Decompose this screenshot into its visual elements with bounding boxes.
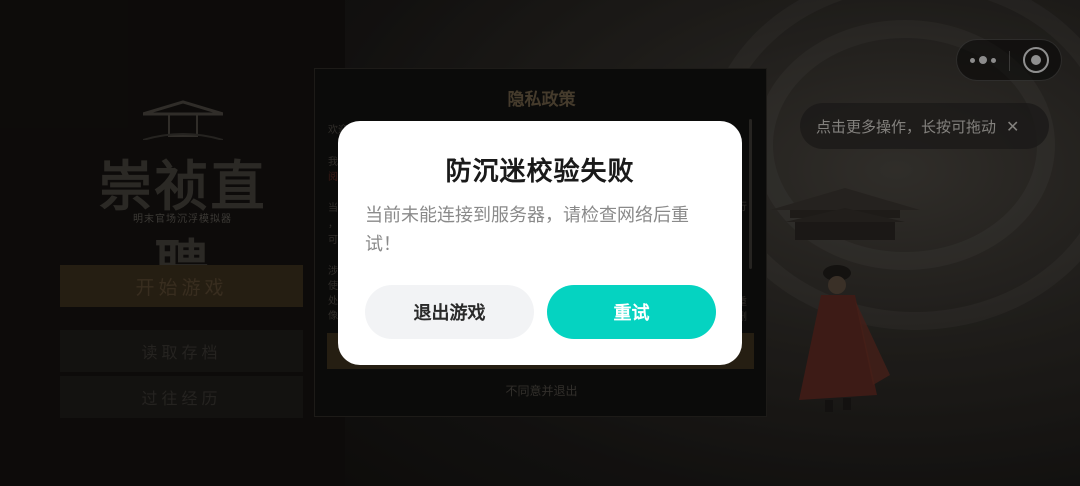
exit-game-button[interactable]: 退出游戏 <box>365 285 534 339</box>
retry-button[interactable]: 重试 <box>547 285 716 339</box>
game-screen: 崇祯直聘 明末官场沉浮模拟器 开始游戏 读取存档 过往经历 隐私政策 欢迎 我 … <box>0 0 1080 486</box>
dialog-title: 防沉迷校验失败 <box>445 157 635 187</box>
error-dialog: 防沉迷校验失败 当前未能连接到服务器，请检查网络后重试！ 退出游戏 重试 <box>338 121 742 365</box>
dialog-message: 当前未能连接到服务器，请检查网络后重试！ <box>365 205 689 255</box>
